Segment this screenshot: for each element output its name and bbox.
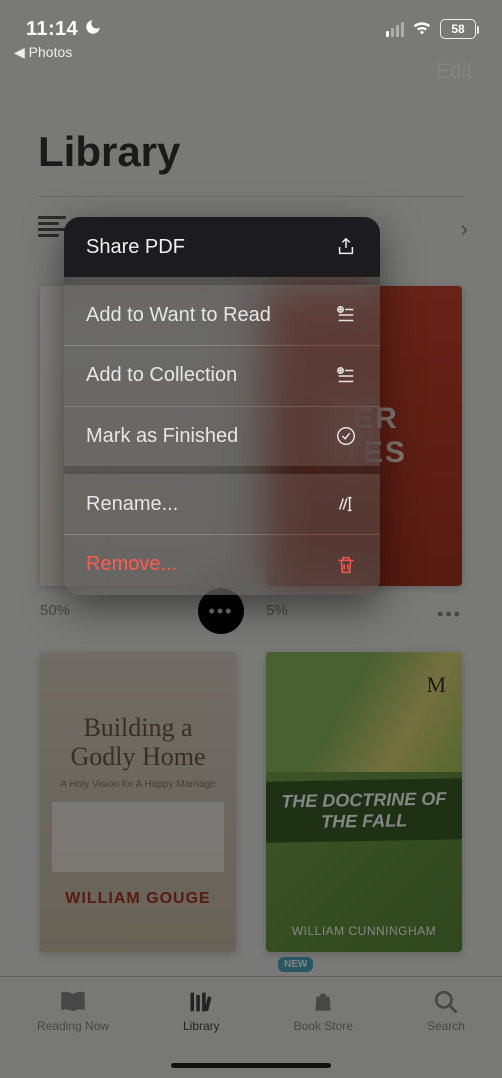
trash-icon xyxy=(334,553,358,577)
menu-add-collection[interactable]: Add to Collection xyxy=(64,346,380,406)
checkmark-circle-icon xyxy=(334,424,358,448)
status-bar: 11:14 58 xyxy=(0,0,502,44)
share-icon xyxy=(334,235,358,259)
menu-rename[interactable]: Rename... xyxy=(64,474,380,534)
context-menu: Share PDF Add to Want to Read Add to Col… xyxy=(64,217,380,595)
menu-remove[interactable]: Remove... xyxy=(64,535,380,595)
menu-item-label: Mark as Finished xyxy=(86,425,238,448)
add-to-list-icon xyxy=(334,303,358,327)
menu-item-label: Share PDF xyxy=(86,236,185,259)
do-not-disturb-icon xyxy=(84,18,102,41)
menu-want-to-read[interactable]: Add to Want to Read xyxy=(64,285,380,345)
rename-cursor-icon xyxy=(334,492,358,516)
menu-mark-finished[interactable]: Mark as Finished xyxy=(64,406,380,466)
more-button-active[interactable]: ••• xyxy=(198,588,244,634)
status-time: 11:14 xyxy=(26,18,78,41)
menu-item-label: Rename... xyxy=(86,493,178,516)
add-to-list-icon xyxy=(334,364,358,388)
cell-signal-icon xyxy=(386,22,404,37)
menu-item-label: Add to Want to Read xyxy=(86,304,271,327)
menu-share-pdf[interactable]: Share PDF xyxy=(64,217,380,277)
menu-item-label: Add to Collection xyxy=(86,364,237,387)
battery-indicator: 58 xyxy=(440,19,476,39)
wifi-icon xyxy=(412,19,432,40)
back-to-app[interactable]: ◀ Photos xyxy=(14,44,72,61)
menu-item-label: Remove... xyxy=(86,553,177,576)
